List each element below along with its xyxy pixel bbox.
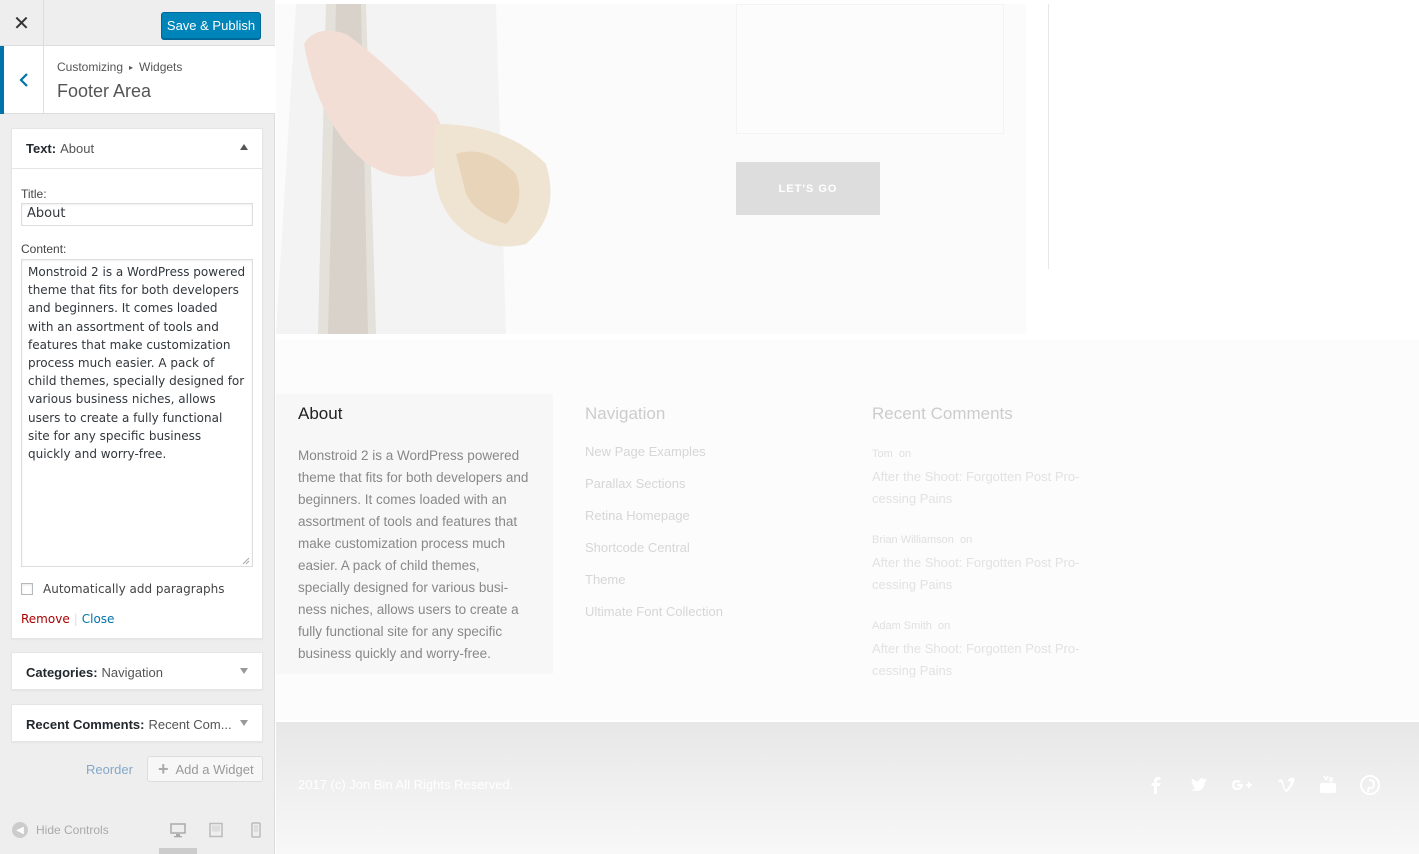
comment-post-link[interactable]: After the Shoot: Forgotten Post Pro-cess… bbox=[872, 466, 1102, 510]
hide-controls-label: Hide Controls bbox=[36, 823, 109, 837]
nav-link[interactable]: Shortcode Central bbox=[585, 540, 723, 558]
customizer-header: ✕ Save & Publish bbox=[0, 0, 275, 46]
nav-link[interactable]: New Page Examples bbox=[585, 444, 723, 462]
back-button[interactable] bbox=[0, 46, 44, 114]
facebook-icon[interactable] bbox=[1145, 774, 1167, 796]
about-text: Monstroid 2 is a WordPress powered theme… bbox=[298, 448, 529, 661]
expand-arrow-icon[interactable] bbox=[240, 720, 248, 726]
add-widget-label: Add a Widget bbox=[175, 761, 254, 777]
divider-line bbox=[1048, 4, 1049, 269]
customizer-footer: ◀ Hide Controls bbox=[0, 810, 275, 854]
nav-link[interactable]: Ultimate Font Collection bbox=[585, 604, 723, 622]
comment-item: Brian Williamson on After the Shoot: For… bbox=[872, 534, 1102, 596]
expand-arrow-icon[interactable] bbox=[240, 668, 248, 674]
comment-post-link[interactable]: After the Shoot: Forgotten Post Pro-cess… bbox=[872, 638, 1102, 682]
about-widget-preview[interactable]: About Monstroid 2 is a WordPress powered… bbox=[276, 394, 553, 674]
content-textarea[interactable]: Monstroid 2 is a WordPress powered theme… bbox=[21, 259, 253, 567]
social-links bbox=[1145, 774, 1381, 796]
nav-link[interactable]: Parallax Sections bbox=[585, 476, 723, 494]
comment-item: Adam Smith on After the Shoot: Forgotten… bbox=[872, 620, 1102, 682]
section-header: Customizing ▸ Widgets Footer Area bbox=[0, 46, 275, 114]
youtube-icon[interactable] bbox=[1317, 774, 1339, 796]
hero-message-field[interactable] bbox=[736, 4, 1004, 134]
arrow-left-circle-icon: ◀ bbox=[12, 822, 28, 838]
comment-on: on bbox=[938, 620, 951, 632]
recent-comments-widget[interactable]: Recent Comments: Recent Com... bbox=[11, 704, 263, 742]
hide-controls-button[interactable]: ◀ Hide Controls bbox=[12, 822, 109, 838]
text-widget: Text: About Title: About Content: Monstr… bbox=[11, 128, 263, 639]
remove-link[interactable]: Remove bbox=[21, 612, 70, 626]
footer-widgets-area: About Monstroid 2 is a WordPress powered… bbox=[276, 340, 1419, 720]
widget-type-label: Text: bbox=[26, 141, 57, 156]
active-device-indicator bbox=[159, 848, 197, 854]
mobile-preview-icon[interactable] bbox=[248, 822, 264, 838]
plus-icon: + bbox=[158, 758, 169, 779]
google-plus-icon[interactable] bbox=[1229, 774, 1255, 796]
content-label: Content: bbox=[21, 242, 67, 256]
widget-type-label: Categories: bbox=[26, 664, 98, 680]
tablet-preview-icon[interactable] bbox=[208, 822, 224, 838]
widget-title-preview: Navigation bbox=[101, 664, 163, 680]
action-separator: | bbox=[73, 612, 78, 626]
hero-image bbox=[276, 4, 576, 334]
widget-actions: Remove | Close bbox=[21, 612, 114, 626]
customizer-sidebar: ✕ Save & Publish Customizing ▸ Widgets F… bbox=[0, 0, 275, 854]
site-preview: LET'S GO About Monstroid 2 is a WordPres… bbox=[276, 0, 1419, 854]
add-widget-button[interactable]: + Add a Widget bbox=[147, 756, 263, 782]
breadcrumb: Customizing ▸ Widgets bbox=[57, 60, 182, 74]
breadcrumb-separator: ▸ bbox=[129, 62, 134, 72]
resize-grip-icon[interactable] bbox=[242, 557, 250, 565]
navigation-title: Navigation bbox=[585, 404, 666, 423]
comment-post-link[interactable]: After the Shoot: Forgotten Post Pro-cess… bbox=[872, 552, 1102, 596]
title-label: Title: bbox=[21, 187, 47, 201]
site-footer: 2017 (c) Jon Bin All Rights Reserved. bbox=[276, 722, 1419, 854]
comment-author[interactable]: Adam Smith bbox=[872, 620, 932, 632]
comment-on: on bbox=[898, 448, 912, 460]
desktop-preview-icon[interactable] bbox=[170, 822, 186, 838]
navigation-widget-preview: Navigation New Page Examples Parallax Se… bbox=[585, 404, 723, 622]
title-input[interactable]: About bbox=[21, 203, 253, 226]
comment-author[interactable]: Brian Williamson bbox=[872, 534, 954, 546]
widget-title-preview: Recent Com... bbox=[148, 716, 232, 732]
reorder-link[interactable]: Reorder bbox=[86, 762, 133, 777]
close-customizer-button[interactable]: ✕ bbox=[0, 0, 44, 46]
text-widget-header[interactable]: Text: About bbox=[12, 129, 262, 169]
twitter-icon[interactable] bbox=[1187, 774, 1209, 796]
categories-widget[interactable]: Categories: Navigation bbox=[11, 652, 263, 690]
section-title: Footer Area bbox=[57, 81, 152, 101]
auto-paragraphs-option[interactable]: Automatically add paragraphs bbox=[21, 582, 225, 596]
comment-author[interactable]: Tom bbox=[872, 448, 893, 460]
recent-comments-title: Recent Comments bbox=[872, 404, 1013, 423]
hero-section: LET'S GO bbox=[276, 4, 1026, 334]
nav-link[interactable]: Theme bbox=[585, 572, 723, 590]
pinterest-icon[interactable] bbox=[1359, 774, 1381, 796]
breadcrumb-current: Widgets bbox=[139, 60, 183, 74]
nav-link[interactable]: Retina Homepage bbox=[585, 508, 723, 526]
recent-comments-widget-header[interactable]: Recent Comments: Recent Com... bbox=[12, 705, 262, 743]
vimeo-icon[interactable] bbox=[1275, 774, 1297, 796]
close-icon: ✕ bbox=[13, 11, 30, 35]
copyright-text: 2017 (c) Jon Bin All Rights Reserved. bbox=[298, 777, 514, 792]
collapse-arrow-icon[interactable] bbox=[240, 144, 248, 150]
save-publish-button[interactable]: Save & Publish bbox=[161, 12, 261, 39]
breadcrumb-root: Customizing bbox=[57, 60, 124, 74]
chevron-left-icon bbox=[18, 73, 28, 87]
lets-go-button[interactable]: LET'S GO bbox=[736, 162, 880, 215]
recent-comments-widget-preview: Recent Comments Tom on After the Shoot: … bbox=[872, 404, 1102, 682]
auto-paragraphs-label: Automatically add paragraphs bbox=[43, 582, 225, 596]
about-title: About bbox=[298, 404, 343, 423]
close-link[interactable]: Close bbox=[82, 612, 115, 626]
auto-paragraphs-checkbox[interactable] bbox=[21, 583, 33, 595]
comment-on: on bbox=[960, 534, 973, 546]
comment-item: Tom on After the Shoot: Forgotten Post P… bbox=[872, 448, 1102, 510]
widget-title-preview: About bbox=[60, 141, 95, 156]
widget-type-label: Recent Comments: bbox=[26, 716, 145, 732]
categories-widget-header[interactable]: Categories: Navigation bbox=[12, 653, 262, 691]
